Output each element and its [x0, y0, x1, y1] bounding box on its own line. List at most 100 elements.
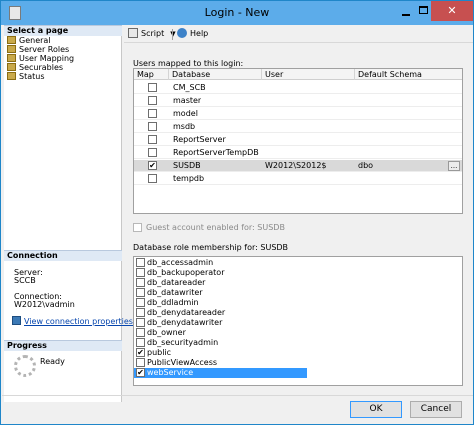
column-database[interactable]: Database — [169, 69, 262, 80]
select-page-header: Select a page — [4, 25, 122, 36]
footer-divider — [2, 395, 473, 396]
title-bar[interactable]: Login - New ✕ — [1, 1, 473, 25]
column-default-schema[interactable]: Default Schema — [355, 69, 462, 80]
page-icon — [7, 36, 16, 44]
user-cell[interactable]: W2012\S2012$ — [265, 160, 327, 172]
properties-icon — [12, 316, 21, 325]
role-checkbox[interactable] — [136, 278, 145, 287]
column-map[interactable]: Map — [134, 69, 169, 80]
guest-account-checkbox: Guest account enabled for: SUSDB — [133, 223, 285, 232]
map-checkbox[interactable] — [148, 135, 157, 144]
role-label: db_datawriter — [147, 288, 203, 297]
table-row[interactable]: ReportServerTempDB — [134, 147, 462, 159]
role-label: db_denydatawriter — [147, 318, 223, 327]
progress-spinner-icon — [14, 355, 36, 377]
database-cell: ReportServer — [173, 135, 226, 144]
role-item[interactable]: db_denydatareader — [134, 308, 462, 318]
role-checkbox[interactable] — [136, 318, 145, 327]
database-cell: master — [173, 96, 202, 105]
grid-header: Map Database User Default Schema — [134, 69, 462, 80]
role-label: db_backupoperator — [147, 268, 225, 277]
role-checkbox[interactable]: ✔ — [136, 348, 145, 357]
progress-status: Ready — [40, 357, 65, 366]
browse-schema-button[interactable]: ... — [448, 161, 460, 171]
link-label: View connection properties — [24, 317, 133, 326]
map-checkbox[interactable] — [148, 96, 157, 105]
help-icon — [177, 28, 187, 38]
view-connection-properties-link[interactable]: View connection properties — [12, 316, 133, 326]
role-checkbox[interactable] — [136, 288, 145, 297]
table-row[interactable]: ✔ SUSDB W2012\S2012$ dbo ... — [134, 160, 462, 172]
role-item[interactable]: db_accessadmin — [134, 258, 462, 268]
map-checkbox[interactable] — [148, 148, 157, 157]
column-user[interactable]: User — [262, 69, 355, 80]
role-checkbox[interactable]: ✔ — [136, 368, 145, 377]
database-cell: tempdb — [173, 174, 205, 183]
role-item[interactable]: db_backupoperator — [134, 268, 462, 278]
role-item[interactable]: PublicViewAccess — [134, 358, 462, 368]
page-status[interactable]: Status — [7, 72, 45, 82]
maximize-icon — [419, 6, 428, 14]
page-icon — [7, 63, 16, 71]
role-label: webService — [147, 368, 194, 377]
page-icon — [7, 45, 16, 53]
map-checkbox[interactable] — [148, 174, 157, 183]
page-label: Securables — [19, 63, 64, 72]
role-membership-list: db_accessadmin db_backupoperator db_data… — [133, 256, 463, 386]
role-label: db_owner — [147, 328, 186, 337]
role-checkbox[interactable] — [136, 358, 145, 367]
table-row[interactable]: msdb — [134, 121, 462, 133]
table-row[interactable]: model — [134, 108, 462, 120]
help-label: Help — [190, 29, 209, 38]
close-button[interactable]: ✕ — [431, 1, 473, 21]
page-label: User Mapping — [19, 54, 75, 63]
users-mapped-label: Users mapped to this login: — [133, 59, 244, 68]
role-checkbox[interactable] — [136, 258, 145, 267]
role-label: db_ddladmin — [147, 298, 199, 307]
server-value: SCCB — [14, 276, 36, 285]
database-cell: SUSDB — [173, 161, 201, 170]
role-checkbox[interactable] — [136, 308, 145, 317]
role-item[interactable]: ✔ webService — [134, 368, 307, 378]
role-label: db_datareader — [147, 278, 206, 287]
map-checkbox[interactable] — [148, 109, 157, 118]
role-item[interactable]: db_denydatawriter — [134, 318, 462, 328]
database-cell: msdb — [173, 122, 196, 131]
script-button[interactable]: Script▼ — [128, 28, 176, 40]
page-label: Server Roles — [19, 45, 70, 54]
page-label: General — [19, 36, 51, 45]
ok-button[interactable]: OK — [350, 401, 402, 418]
role-membership-label: Database role membership for: SUSDB — [133, 243, 289, 252]
minimize-button[interactable] — [393, 1, 419, 21]
help-button[interactable]: Help — [177, 28, 208, 40]
role-checkbox[interactable] — [136, 338, 145, 347]
login-dialog: Login - New ✕ Select a page General Serv… — [0, 0, 474, 425]
cancel-button[interactable]: Cancel — [410, 401, 462, 418]
role-label: db_securityadmin — [147, 338, 219, 347]
default-schema-cell[interactable]: dbo — [358, 160, 373, 172]
table-row[interactable]: tempdb — [134, 173, 462, 185]
user-mapping-grid: Map Database User Default Schema CM_SCB … — [133, 68, 463, 214]
map-checkbox[interactable]: ✔ — [148, 161, 157, 170]
database-cell: model — [173, 109, 198, 118]
role-label: db_accessadmin — [147, 258, 214, 267]
role-item[interactable]: db_datareader — [134, 278, 462, 288]
guest-checkbox-box — [133, 223, 142, 232]
role-checkbox[interactable] — [136, 328, 145, 337]
table-row[interactable]: CM_SCB — [134, 82, 462, 94]
close-icon: ✕ — [447, 4, 457, 17]
role-checkbox[interactable] — [136, 268, 145, 277]
table-row[interactable]: ReportServer — [134, 134, 462, 146]
role-item[interactable]: db_ddladmin — [134, 298, 462, 308]
role-item[interactable]: db_owner — [134, 328, 462, 338]
database-cell: ReportServerTempDB — [173, 148, 259, 157]
connection-value: W2012\vadmin — [14, 300, 75, 309]
role-item[interactable]: db_securityadmin — [134, 338, 462, 348]
role-item[interactable]: ✔ public — [134, 348, 462, 358]
role-checkbox[interactable] — [136, 298, 145, 307]
role-item[interactable]: db_datawriter — [134, 288, 462, 298]
map-checkbox[interactable] — [148, 83, 157, 92]
script-icon — [128, 28, 138, 38]
map-checkbox[interactable] — [148, 122, 157, 131]
table-row[interactable]: master — [134, 95, 462, 107]
